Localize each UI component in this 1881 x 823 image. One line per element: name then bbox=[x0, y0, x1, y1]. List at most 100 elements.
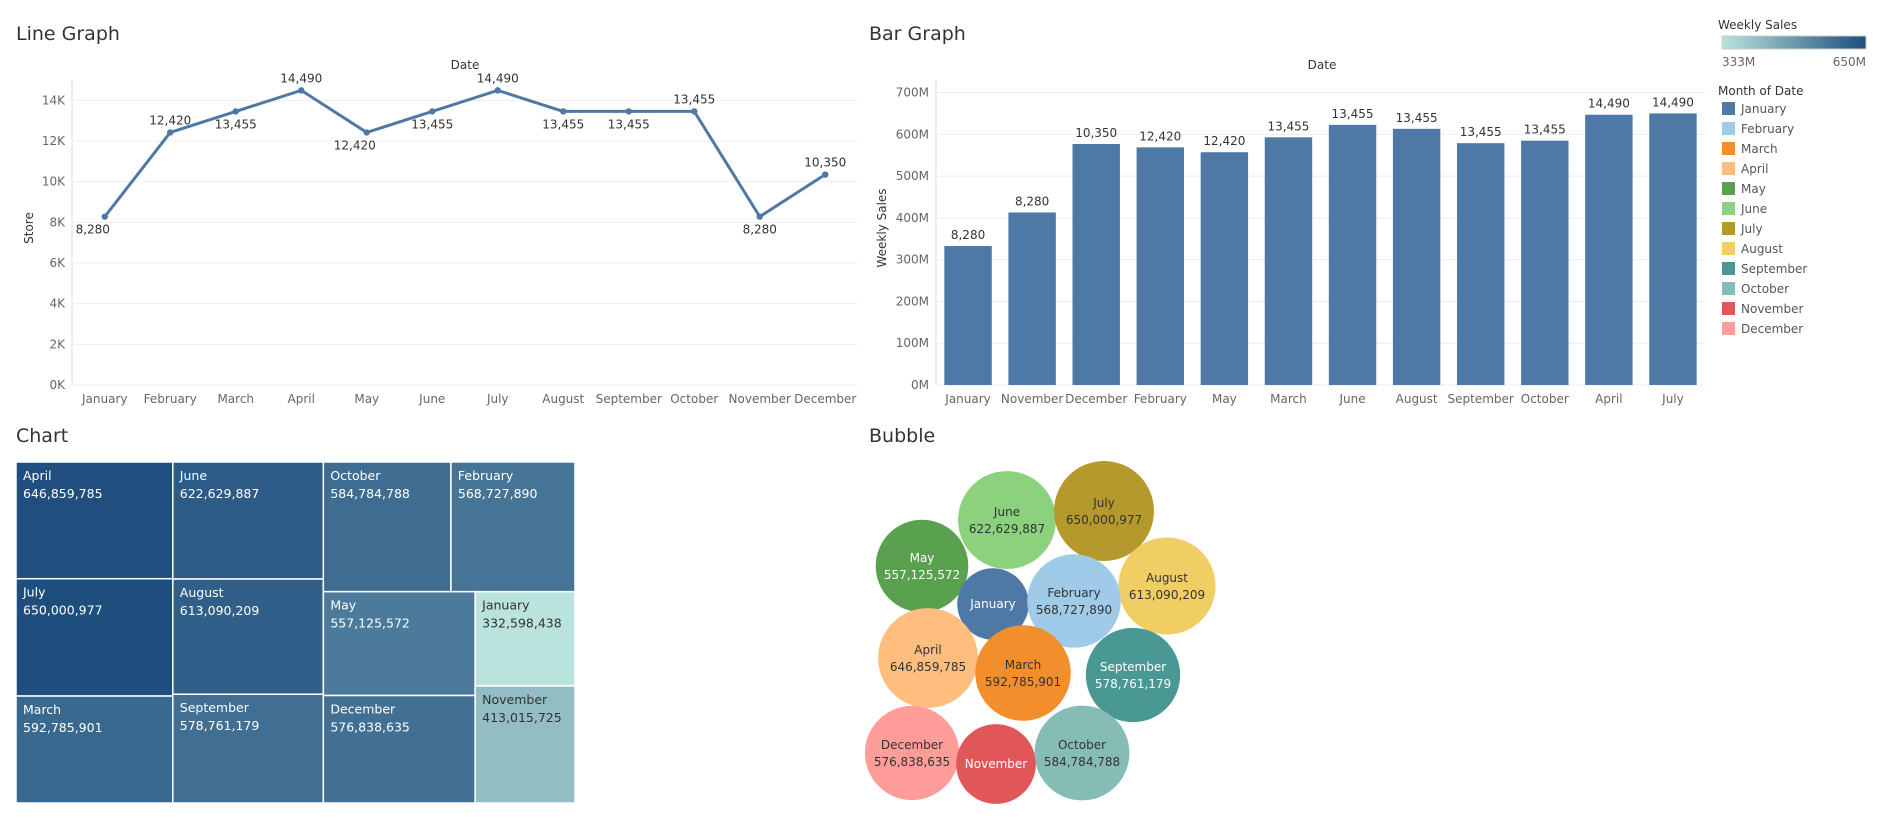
line-series-store bbox=[103, 88, 827, 219]
legend-item-label: July bbox=[1740, 222, 1763, 236]
bubble-value: 592,785,901 bbox=[985, 675, 1061, 689]
line-point bbox=[298, 87, 305, 94]
bar-x-tick-label: November bbox=[1001, 392, 1063, 406]
treemap-tile-value: 332,598,438 bbox=[482, 616, 562, 631]
bar-data-label: 10,350 bbox=[1075, 126, 1117, 140]
legend-item-label: February bbox=[1741, 122, 1794, 136]
legend-item-label: November bbox=[1741, 302, 1803, 316]
legend-swatch bbox=[1722, 182, 1735, 195]
legend-swatch bbox=[1722, 302, 1735, 315]
bubble bbox=[1054, 461, 1154, 561]
legend-item-label: October bbox=[1741, 282, 1789, 296]
treemap-tile-value: 578,761,179 bbox=[180, 718, 260, 733]
treemap-tile-value: 584,784,788 bbox=[330, 486, 410, 501]
bubble bbox=[975, 625, 1071, 721]
line-point bbox=[691, 108, 698, 115]
bubble-label: March bbox=[1005, 658, 1042, 672]
line-data-label: 13,455 bbox=[608, 117, 650, 131]
line-y-tick-label: 4K bbox=[49, 297, 66, 311]
line-data-label: 12,420 bbox=[334, 138, 376, 152]
line-x-tick-label: May bbox=[354, 392, 379, 406]
legend-item-label: June bbox=[1740, 202, 1767, 216]
legend: Weekly Sales 333M 650M Month of Date Jan… bbox=[1718, 18, 1867, 336]
bar-y-tick-label: 200M bbox=[896, 294, 929, 308]
legend-gradient-title: Weekly Sales bbox=[1718, 18, 1797, 32]
line-y-axis-title: Store bbox=[22, 212, 36, 244]
treemap-tile-value: 568,727,890 bbox=[458, 486, 538, 501]
bar-data-label: 8,280 bbox=[1015, 194, 1049, 208]
legend-item-label: March bbox=[1741, 142, 1778, 156]
bar-y-tick-label: 0M bbox=[911, 378, 929, 392]
bubble bbox=[1085, 627, 1181, 723]
bar-x-tick-label: September bbox=[1448, 392, 1514, 406]
legend-swatch bbox=[1722, 222, 1735, 235]
treemap-tile-value: 557,125,572 bbox=[330, 616, 410, 631]
legend-swatch bbox=[1722, 202, 1735, 215]
bar bbox=[1008, 212, 1056, 385]
bar-graph-title: Bar Graph bbox=[869, 23, 966, 45]
line-point bbox=[429, 108, 436, 115]
bar bbox=[1328, 124, 1377, 386]
line-data-label: 8,280 bbox=[76, 223, 110, 237]
bubble-label: April bbox=[914, 643, 941, 657]
treemap-tile-value: 646,859,785 bbox=[23, 486, 103, 501]
legend-item-label: September bbox=[1741, 262, 1807, 276]
line-point bbox=[756, 213, 763, 220]
line-x-tick-label: February bbox=[144, 392, 197, 406]
legend-item-label: August bbox=[1741, 242, 1783, 256]
treemap-tile-value: 576,838,635 bbox=[330, 720, 410, 735]
bubble bbox=[958, 471, 1056, 569]
bar bbox=[1521, 140, 1569, 385]
line-point bbox=[822, 171, 829, 178]
line-x-tick-label: October bbox=[670, 392, 718, 406]
line-x-tick-label: June bbox=[418, 392, 445, 406]
line-y-tick-label: 14K bbox=[42, 93, 66, 107]
bubble bbox=[1118, 537, 1216, 635]
treemap-tile-label: April bbox=[23, 468, 52, 483]
line-data-label: 14,490 bbox=[280, 71, 322, 85]
treemap-tile-label: May bbox=[330, 598, 356, 613]
bar-x-tick-label: April bbox=[1595, 392, 1622, 406]
bar bbox=[1264, 137, 1313, 385]
line-x-tick-label: November bbox=[729, 392, 791, 406]
line-data-label: 8,280 bbox=[743, 223, 777, 237]
line-y-tick-label: 2K bbox=[49, 337, 66, 351]
treemap-tile-value: 622,629,887 bbox=[180, 486, 260, 501]
line-data-label: 12,420 bbox=[149, 113, 191, 127]
treemap-tile-value: 413,015,725 bbox=[482, 710, 562, 725]
bar-data-label: 14,490 bbox=[1652, 95, 1694, 109]
bar-data-label: 14,490 bbox=[1588, 97, 1630, 111]
bar-data-label: 13,455 bbox=[1332, 107, 1374, 121]
legend-item-label: December bbox=[1741, 322, 1803, 336]
bar-y-tick-label: 400M bbox=[896, 211, 929, 225]
bar-x-tick-label: February bbox=[1134, 392, 1187, 406]
legend-item-label: May bbox=[1741, 182, 1766, 196]
bar-data-label: 12,420 bbox=[1139, 129, 1181, 143]
line-point bbox=[232, 108, 239, 115]
treemap-tile-label: January bbox=[481, 598, 530, 613]
bar bbox=[1072, 143, 1120, 385]
bubble-label: June bbox=[993, 505, 1020, 519]
bar-y-tick-label: 600M bbox=[896, 127, 929, 141]
bar-x-tick-label: October bbox=[1521, 392, 1569, 406]
bar-x-tick-label: August bbox=[1396, 392, 1438, 406]
line-x-tick-label: September bbox=[596, 392, 662, 406]
treemap-tile-value: 650,000,977 bbox=[23, 603, 103, 618]
line-x-tick-label: August bbox=[542, 392, 584, 406]
line-data-label: 14,490 bbox=[477, 71, 519, 85]
treemap-tile-label: June bbox=[179, 468, 208, 483]
bar bbox=[1456, 143, 1505, 385]
legend-swatch bbox=[1722, 122, 1735, 135]
bubble bbox=[875, 519, 969, 613]
bubble-label: July bbox=[1092, 496, 1115, 510]
line-x-tick-label: December bbox=[794, 392, 856, 406]
bar bbox=[1392, 128, 1441, 385]
bar bbox=[1649, 113, 1697, 385]
bubble-label: January bbox=[969, 597, 1016, 611]
line-graph-title: Line Graph bbox=[16, 23, 120, 45]
treemap-tile-label: October bbox=[330, 468, 381, 483]
line-x-tick-label: March bbox=[217, 392, 254, 406]
bubble-value: 557,125,572 bbox=[884, 568, 960, 582]
treemap-tile-label: December bbox=[330, 702, 396, 717]
legend-swatch bbox=[1722, 262, 1735, 275]
